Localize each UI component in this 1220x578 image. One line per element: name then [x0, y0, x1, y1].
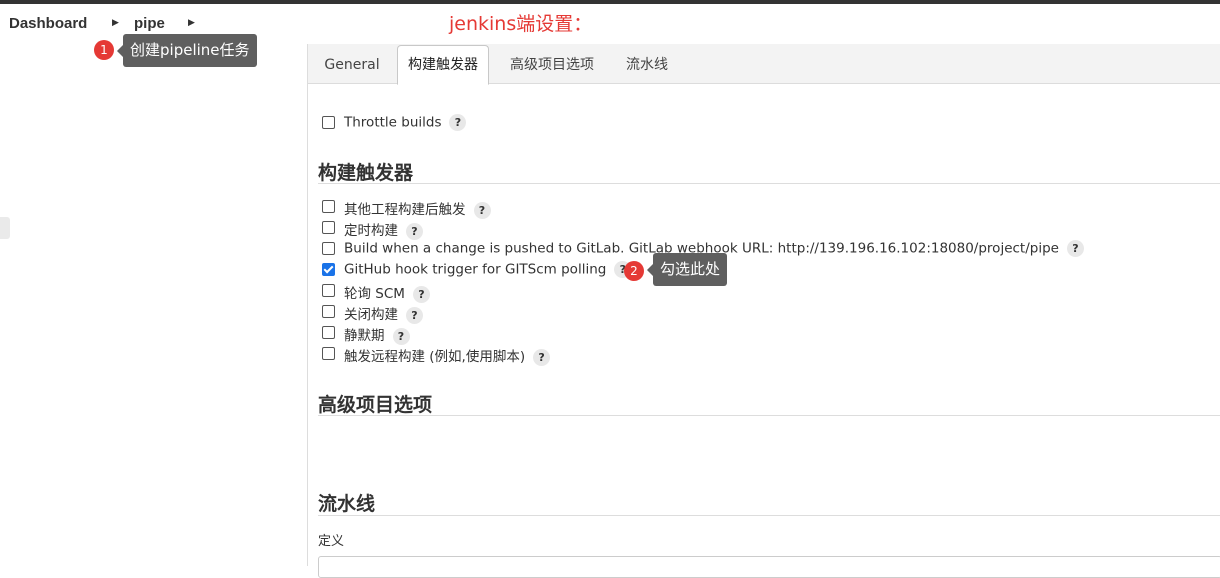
pipeline-definition-select[interactable] — [318, 556, 1220, 578]
side-panel — [0, 44, 307, 566]
trigger-checkbox[interactable] — [322, 326, 335, 339]
trigger-checkbox-checked[interactable] — [322, 263, 335, 276]
step-2-badge: 2 — [624, 261, 644, 281]
throttle-builds-label: Throttle builds — [344, 114, 442, 131]
config-main: General 构建触发器 高级项目选项 流水线 Throttle builds… — [308, 44, 1220, 578]
side-panel-handle[interactable] — [0, 217, 10, 239]
tab-bar: General 构建触发器 高级项目选项 流水线 — [308, 44, 1220, 85]
help-icon[interactable]: ? — [449, 114, 467, 131]
help-icon[interactable]: ? — [406, 222, 423, 240]
trigger-checkbox[interactable] — [322, 242, 335, 255]
breadcrumb-dashboard[interactable]: Dashboard — [9, 15, 87, 32]
step-1-callout: 创建pipeline任务 — [117, 34, 257, 67]
chevron-right-icon[interactable]: ▶ — [188, 17, 195, 28]
annotation-title: jenkins端设置： — [449, 13, 593, 35]
help-icon[interactable]: ? — [412, 285, 430, 303]
help-icon[interactable]: ? — [533, 348, 551, 366]
step-1-badge: 1 — [94, 40, 114, 60]
help-icon[interactable]: ? — [1066, 240, 1084, 257]
trigger-label: 触发远程构建 (例如,使用脚本) — [344, 349, 526, 365]
trigger-checkbox[interactable] — [322, 200, 335, 213]
section-title-build-triggers: 构建触发器 — [318, 162, 414, 184]
section-divider — [318, 415, 1220, 416]
help-icon[interactable]: ? — [406, 306, 423, 324]
step-2-callout: 勾选此处 — [646, 253, 728, 286]
section-title-advanced-options: 高级项目选项 — [318, 394, 433, 416]
trigger-label: 其他工程构建后触发 — [344, 202, 466, 218]
trigger-label: 关闭构建 — [344, 307, 398, 323]
breadcrumb-pipe[interactable]: pipe — [134, 15, 165, 32]
tab-build-triggers[interactable]: 构建触发器 — [397, 45, 489, 85]
tab-advanced-options[interactable]: 高级项目选项 — [501, 46, 603, 83]
trigger-label: 静默期 — [344, 328, 385, 344]
section-title-pipeline: 流水线 — [318, 493, 376, 515]
trigger-label: 轮询 SCM — [344, 286, 405, 302]
section-divider — [318, 183, 1220, 184]
trigger-checkbox[interactable] — [322, 347, 335, 360]
pipeline-definition-label: 定义 — [318, 534, 345, 549]
trigger-checkbox[interactable] — [322, 221, 335, 234]
tab-pipeline[interactable]: 流水线 — [617, 46, 677, 83]
help-icon[interactable]: ? — [473, 201, 491, 219]
tab-general[interactable]: General — [318, 46, 386, 83]
trigger-label: 定时构建 — [344, 223, 398, 239]
trigger-checkbox[interactable] — [322, 305, 335, 318]
trigger-label: GitHub hook trigger for GITScm polling — [344, 261, 607, 278]
throttle-builds-checkbox[interactable] — [322, 116, 335, 129]
trigger-checkbox[interactable] — [322, 284, 335, 297]
section-divider — [318, 515, 1220, 516]
chevron-right-icon[interactable]: ▶ — [112, 17, 119, 28]
help-icon[interactable]: ? — [392, 327, 410, 345]
